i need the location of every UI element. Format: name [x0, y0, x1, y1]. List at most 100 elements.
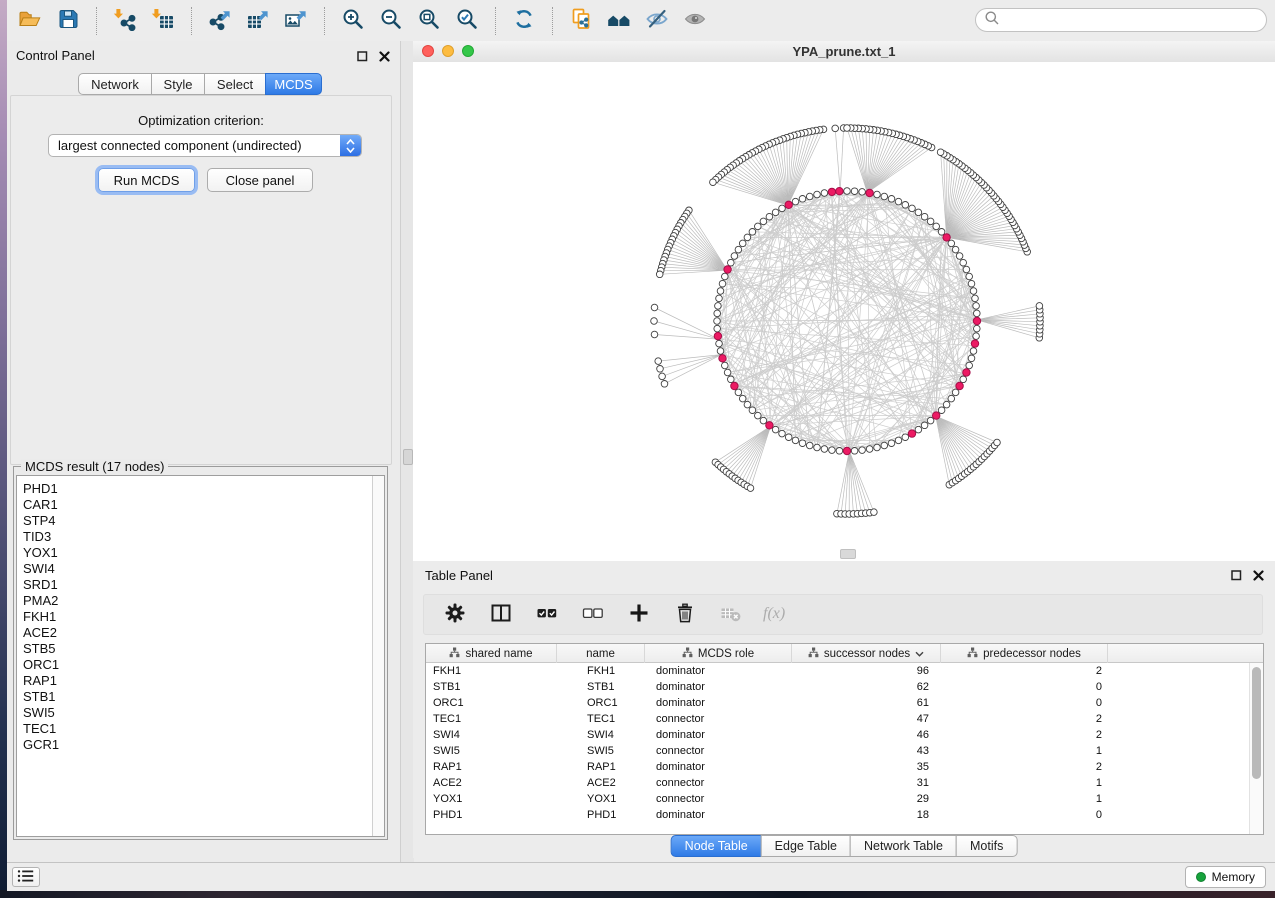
cell-shared-name[interactable]: SWI5: [426, 745, 557, 757]
column-header-shared-name[interactable]: shared name: [426, 644, 557, 663]
cell-shared-name[interactable]: RAP1: [426, 761, 557, 773]
panel-splitter-horizontal-handle[interactable]: [840, 549, 856, 559]
cell-name[interactable]: SWI4: [557, 729, 645, 741]
zoom-in-button[interactable]: [336, 6, 370, 36]
table-row[interactable]: FKH1FKH1dominator962: [426, 663, 1250, 679]
cell-successor-nodes[interactable]: 61: [792, 697, 941, 709]
cell-predecessor-nodes[interactable]: 2: [941, 729, 1108, 741]
mcds-result-item[interactable]: FKH1: [23, 609, 384, 625]
cell-shared-name[interactable]: TEC1: [426, 713, 557, 725]
zoom-out-button[interactable]: [374, 6, 408, 36]
clone-network-button[interactable]: [564, 6, 598, 36]
close-panel-button[interactable]: Close panel: [207, 168, 313, 192]
column-header-MCDS-role[interactable]: MCDS role: [645, 644, 792, 663]
select-all-checkboxes-button[interactable]: [530, 600, 564, 630]
cell-predecessor-nodes[interactable]: 1: [941, 745, 1108, 757]
cell-shared-name[interactable]: YOX1: [426, 793, 557, 805]
tab-network[interactable]: Network: [78, 73, 152, 95]
deselect-all-checkboxes-button[interactable]: [576, 600, 610, 630]
cell-successor-nodes[interactable]: 96: [792, 665, 941, 677]
table-row[interactable]: ACE2ACE2connector311: [426, 775, 1250, 791]
import-network-button[interactable]: [108, 6, 142, 36]
cell-shared-name[interactable]: SWI4: [426, 729, 557, 741]
cell-successor-nodes[interactable]: 29: [792, 793, 941, 805]
cell-name[interactable]: ACE2: [557, 777, 645, 789]
mcds-result-item[interactable]: TEC1: [23, 721, 384, 737]
zoom-selected-button[interactable]: [450, 6, 484, 36]
mcds-result-item[interactable]: SWI4: [23, 561, 384, 577]
cell-shared-name[interactable]: ACE2: [426, 777, 557, 789]
cell-name[interactable]: SWI5: [557, 745, 645, 757]
open-file-button[interactable]: [13, 6, 47, 36]
cell-predecessor-nodes[interactable]: 0: [941, 697, 1108, 709]
cell-successor-nodes[interactable]: 31: [792, 777, 941, 789]
close-panel-icon[interactable]: [379, 49, 390, 67]
mcds-result-item[interactable]: STP4: [23, 513, 384, 529]
node-table[interactable]: shared namenameMCDS rolesuccessor nodesp…: [425, 643, 1264, 835]
cell-MCDS-role[interactable]: dominator: [645, 761, 792, 773]
hide-selected-button[interactable]: [640, 6, 674, 36]
cell-successor-nodes[interactable]: 62: [792, 681, 941, 693]
cell-predecessor-nodes[interactable]: 0: [941, 809, 1108, 821]
mcds-result-item[interactable]: SWI5: [23, 705, 384, 721]
cell-MCDS-role[interactable]: connector: [645, 713, 792, 725]
search-box[interactable]: [975, 8, 1267, 32]
mcds-result-item[interactable]: PHD1: [23, 481, 384, 497]
cell-name[interactable]: PHD1: [557, 809, 645, 821]
table-row[interactable]: SWI4SWI4dominator462: [426, 727, 1250, 743]
tab-mcds[interactable]: MCDS: [265, 73, 322, 95]
cell-predecessor-nodes[interactable]: 1: [941, 777, 1108, 789]
cell-predecessor-nodes[interactable]: 2: [941, 665, 1108, 677]
cell-name[interactable]: ORC1: [557, 697, 645, 709]
network-window-titlebar[interactable]: YPA_prune.txt_1: [413, 41, 1275, 63]
split-panel-button[interactable]: [484, 600, 518, 630]
mcds-list-scrollbar[interactable]: [372, 476, 384, 836]
import-table-button[interactable]: [146, 6, 180, 36]
cell-MCDS-role[interactable]: dominator: [645, 665, 792, 677]
run-mcds-button[interactable]: Run MCDS: [98, 168, 195, 192]
cell-MCDS-role[interactable]: connector: [645, 745, 792, 757]
table-row[interactable]: PHD1PHD1dominator180: [426, 807, 1250, 823]
tab-select[interactable]: Select: [204, 73, 266, 95]
cell-MCDS-role[interactable]: connector: [645, 793, 792, 805]
column-header-name[interactable]: name: [557, 644, 645, 663]
cell-shared-name[interactable]: FKH1: [426, 665, 557, 677]
table-scrollbar[interactable]: [1249, 663, 1263, 834]
mcds-result-item[interactable]: RAP1: [23, 673, 384, 689]
first-neighbors-button[interactable]: [602, 6, 636, 36]
column-header-predecessor-nodes[interactable]: predecessor nodes: [941, 644, 1108, 663]
add-column-plus-button[interactable]: [622, 600, 656, 630]
cell-predecessor-nodes[interactable]: 1: [941, 793, 1108, 805]
cell-successor-nodes[interactable]: 46: [792, 729, 941, 741]
refresh-button[interactable]: [507, 6, 541, 36]
cell-predecessor-nodes[interactable]: 2: [941, 761, 1108, 773]
table-settings-gear-button[interactable]: [438, 600, 472, 630]
mcds-result-item[interactable]: TID3: [23, 529, 384, 545]
cell-MCDS-role[interactable]: dominator: [645, 729, 792, 741]
cell-shared-name[interactable]: ORC1: [426, 697, 557, 709]
search-input[interactable]: [1006, 12, 1258, 28]
export-table-button[interactable]: [241, 6, 275, 36]
cell-name[interactable]: STB1: [557, 681, 645, 693]
close-panel-icon[interactable]: [1253, 568, 1264, 586]
tab-node-table[interactable]: Node Table: [671, 835, 762, 857]
cell-MCDS-role[interactable]: dominator: [645, 697, 792, 709]
delete-column-trash-button[interactable]: [668, 600, 702, 630]
float-panel-icon[interactable]: [1231, 568, 1242, 586]
tab-motifs[interactable]: Motifs: [956, 835, 1017, 857]
mcds-result-list[interactable]: PHD1CAR1STP4TID3YOX1SWI4SRD1PMA2FKH1ACE2…: [16, 475, 385, 837]
panel-splitter-vertical[interactable]: [400, 41, 414, 862]
column-header-successor-nodes[interactable]: successor nodes: [792, 644, 941, 663]
splitter-handle-icon[interactable]: [403, 449, 413, 465]
zoom-fit-button[interactable]: [412, 6, 446, 36]
cell-successor-nodes[interactable]: 47: [792, 713, 941, 725]
save-session-button[interactable]: [51, 6, 85, 36]
tab-edge-table[interactable]: Edge Table: [761, 835, 851, 857]
tab-style[interactable]: Style: [151, 73, 205, 95]
cell-shared-name[interactable]: PHD1: [426, 809, 557, 821]
table-row[interactable]: STB1STB1dominator620: [426, 679, 1250, 695]
cell-MCDS-role[interactable]: dominator: [645, 681, 792, 693]
cell-predecessor-nodes[interactable]: 2: [941, 713, 1108, 725]
cell-name[interactable]: YOX1: [557, 793, 645, 805]
mcds-result-item[interactable]: ORC1: [23, 657, 384, 673]
